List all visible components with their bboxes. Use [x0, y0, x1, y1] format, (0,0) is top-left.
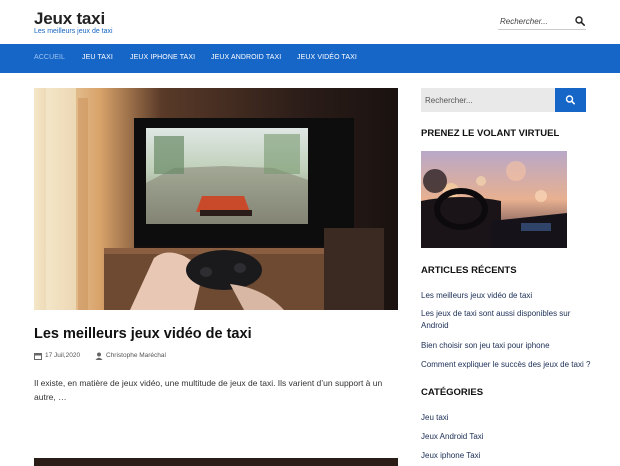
- widget-title-image: PRENEZ LE VOLANT VIRTUEL: [421, 128, 560, 139]
- category-link[interactable]: Jeux Android Taxi: [421, 431, 591, 443]
- header-search-input[interactable]: [500, 14, 572, 29]
- sidebar-search: [421, 88, 586, 112]
- post-featured-image[interactable]: [34, 88, 398, 310]
- widget-title-categories: CATÉGORIES: [421, 387, 484, 398]
- site-header: Jeux taxi Les meilleurs jeux de taxi: [0, 0, 620, 44]
- post-author[interactable]: Christophe Maréchal: [106, 352, 166, 359]
- sidebar-search-input[interactable]: [421, 88, 555, 112]
- next-post-image[interactable]: [34, 458, 398, 466]
- post-excerpt: Il existe, en matière de jeux vidéo, une…: [34, 378, 383, 402]
- widget-title-recent: ARTICLES RÉCENTS: [421, 265, 517, 276]
- site-title[interactable]: Jeux taxi: [34, 9, 105, 29]
- nav-item-jeu-taxi[interactable]: JEU TAXI: [82, 54, 113, 61]
- user-icon: [95, 352, 103, 360]
- search-icon: [565, 95, 576, 105]
- recent-post-link[interactable]: Les jeux de taxi sont aussi disponibles …: [421, 308, 591, 332]
- sidebar-search-button[interactable]: [555, 88, 586, 112]
- calendar-icon: [34, 353, 42, 360]
- nav-item-jeux-video-taxi[interactable]: JEUX VIDÉO TAXI: [297, 54, 357, 61]
- recent-post-link[interactable]: Comment expliquer le succès des jeux de …: [421, 359, 591, 371]
- tv-game-illustration: [34, 88, 398, 310]
- nav-item-jeux-iphone-taxi[interactable]: JEUX IPHONE TAXI: [130, 54, 195, 61]
- search-icon[interactable]: [575, 16, 585, 26]
- main-nav: ACCUEIL JEU TAXI JEUX IPHONE TAXI JEUX A…: [0, 44, 620, 73]
- sidebar-image[interactable]: [421, 151, 567, 248]
- recent-post-link[interactable]: Bien choisir son jeu taxi pour iphone: [421, 340, 591, 352]
- category-link[interactable]: Jeu taxi: [421, 412, 591, 424]
- header-search: [498, 14, 586, 30]
- nav-item-accueil[interactable]: ACCUEIL: [34, 54, 65, 61]
- recent-post-link[interactable]: Les meilleurs jeux vidéo de taxi: [421, 290, 591, 302]
- post-date[interactable]: 17 Juil,2020: [45, 352, 80, 359]
- post-title[interactable]: Les meilleurs jeux vidéo de taxi: [34, 326, 252, 342]
- nav-item-jeux-android-taxi[interactable]: JEUX ANDROID TAXI: [211, 54, 281, 61]
- site-tagline: Les meilleurs jeux de taxi: [34, 28, 113, 35]
- car-dashboard-illustration: [421, 151, 567, 248]
- category-link[interactable]: Jeux iphone Taxi: [421, 450, 591, 462]
